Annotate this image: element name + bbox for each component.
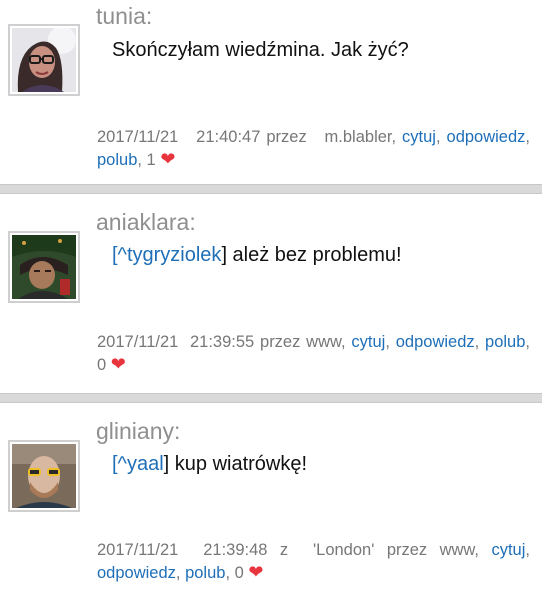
post-meta: 2017/11/21 21:39:48 z 'London' przez www… (97, 541, 530, 582)
post-timestamp: 2017/11/21 21:39:55 (97, 333, 255, 351)
post-source: przez www, (260, 333, 346, 351)
like-count: 0 (234, 564, 244, 582)
post-author[interactable]: gliniany: (96, 420, 180, 443)
like-link[interactable]: polub (185, 564, 225, 582)
avatar[interactable] (8, 440, 80, 512)
like-link[interactable]: polub (97, 151, 137, 169)
woman-under-tree-avatar-icon (12, 235, 76, 299)
heart-icon: ❤ (248, 562, 264, 582)
mention-prefix: [^ (112, 244, 127, 266)
post-content: Skończyłam wiedźmina. Jak żyć? (112, 38, 409, 62)
heart-icon: ❤ (160, 149, 176, 169)
post-author[interactable]: aniaklara: (96, 211, 196, 234)
like-link[interactable]: polub (485, 333, 525, 351)
post-source: przez m.blabler, (266, 128, 397, 146)
quote-link[interactable]: cytuj (351, 333, 385, 351)
post: tunia: Skończyłam wiedźmina. Jak żyć? 20… (0, 0, 542, 184)
post-content: [^yaal] kup wiatrówkę! (112, 452, 307, 476)
quote-link[interactable]: cytuj (402, 128, 436, 146)
bearded-man-sunglasses-avatar-icon (12, 444, 76, 508)
reply-link[interactable]: odpowiedz (447, 128, 526, 146)
post-meta: 2017/11/21 21:40:47 przez m.blabler, cyt… (97, 128, 530, 169)
post-timestamp: 2017/11/21 21:39:48 (97, 541, 268, 559)
post-source: przez www, (386, 541, 480, 559)
post-text: Skończyłam wiedźmina. Jak żyć? (112, 39, 409, 61)
mention-prefix: [^ (112, 453, 127, 475)
like-count: 1 (146, 151, 156, 169)
post: gliniany: [^yaal] kup wiatrówkę! 2017/11… (0, 403, 542, 600)
post-timestamp: 2017/11/21 21:40:47 (97, 128, 261, 146)
avatar[interactable] (8, 231, 80, 303)
mention-link[interactable]: yaal (127, 453, 164, 475)
heart-icon: ❤ (110, 354, 126, 374)
avatar[interactable] (8, 24, 80, 96)
post-text: ależ bez problemu! (227, 244, 402, 266)
post-text: kup wiatrówkę! (169, 453, 308, 475)
like-count: 0 (97, 356, 107, 374)
reply-link[interactable]: odpowiedz (396, 333, 475, 351)
post-author[interactable]: tunia: (96, 5, 152, 28)
woman-with-glasses-avatar-icon (12, 28, 76, 92)
post-meta: 2017/11/21 21:39:55 przez www, cytuj, od… (97, 333, 530, 374)
post: aniaklara: [^tygryziolek] ależ bez probl… (0, 194, 542, 393)
post-separator (0, 184, 542, 194)
quote-link[interactable]: cytuj (491, 541, 525, 559)
mention-link[interactable]: tygryziolek (127, 244, 221, 266)
reply-link[interactable]: odpowiedz (97, 564, 176, 582)
post-separator (0, 393, 542, 403)
post-location: z 'London' (279, 541, 375, 559)
post-content: [^tygryziolek] ależ bez problemu! (112, 243, 402, 267)
